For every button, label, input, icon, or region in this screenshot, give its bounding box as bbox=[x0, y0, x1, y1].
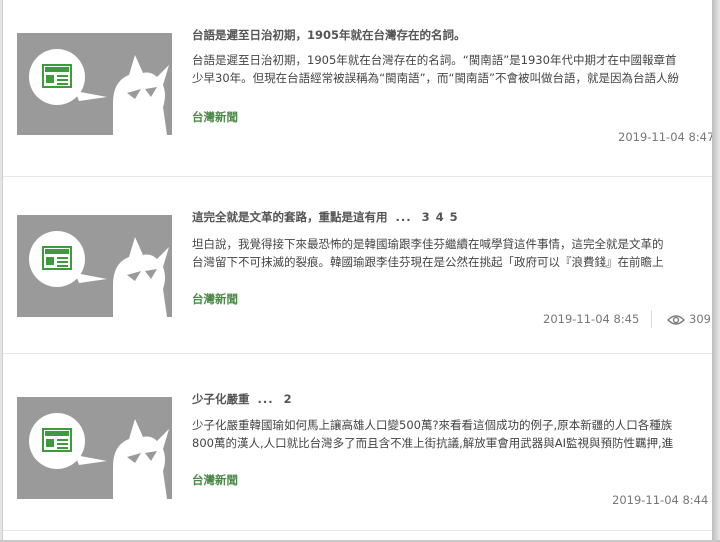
article-title[interactable]: 台語是遲至日治初期，1905年就在台灣存在的名詞。 bbox=[192, 27, 466, 43]
article-title-text[interactable]: 少子化嚴重 bbox=[192, 392, 250, 406]
news-mascot-icon[interactable] bbox=[17, 33, 172, 135]
source-link[interactable]: 台灣新聞 bbox=[192, 291, 238, 307]
excerpt-line: 坦白說，我覺得接下來最恐怖的是韓國瑜跟李佳芬繼續在喊學貸這件事情，這完全就是文革… bbox=[192, 237, 664, 251]
page-link[interactable]: 2 bbox=[284, 392, 292, 406]
window-shadow bbox=[712, 0, 720, 542]
news-mascot-icon[interactable] bbox=[17, 215, 172, 317]
source-link[interactable]: 台灣新聞 bbox=[192, 109, 238, 125]
excerpt-line: 少早30年。但現在台語經常被誤稱為“閩南語”，而“閩南語”不會被叫做台語，就是因… bbox=[192, 71, 679, 85]
page-link[interactable]: 4 bbox=[436, 210, 444, 224]
view-count-text: 3091 bbox=[689, 312, 713, 326]
article-title[interactable]: 這完全就是文革的套路，重點是這有用... 345 bbox=[192, 209, 458, 225]
article-excerpt: 台語是遲至日治初期，1905年就在台灣存在的名詞。“閩南語”是1930年代中期才… bbox=[192, 51, 713, 87]
article-title-text[interactable]: 這完全就是文革的套路，重點是這有用 bbox=[192, 210, 388, 224]
excerpt-line: 台語是遲至日治初期，1905年就在台灣存在的名詞。“閩南語”是1930年代中期才… bbox=[192, 53, 677, 67]
article-excerpt: 坦白說，我覺得接下來最恐怖的是韓國瑜跟李佳芬繼續在喊學貸這件事情，這完全就是文革… bbox=[192, 235, 713, 271]
page-ellipsis: ... bbox=[257, 392, 274, 406]
article-item[interactable]: 少子化嚴重... 2 少子化嚴重韓國瑜如何馬上讓高雄人口變500萬?來看看這個成… bbox=[3, 354, 713, 531]
article-title[interactable]: 少子化嚴重... 2 bbox=[192, 391, 292, 407]
page-link[interactable]: 3 bbox=[422, 210, 430, 224]
article-item[interactable]: 台語是遲至日治初期，1905年就在台灣存在的名詞。 台語是遲至日治初期，1905… bbox=[3, 0, 713, 177]
post-date: 2019-11-04 8:45 bbox=[543, 312, 640, 326]
article-title-text[interactable]: 台語是遲至日治初期，1905年就在台灣存在的名詞。 bbox=[192, 28, 466, 42]
eye-icon bbox=[667, 315, 685, 325]
page-link[interactable]: 5 bbox=[450, 210, 458, 224]
news-mascot-icon[interactable] bbox=[17, 397, 172, 499]
article-item[interactable]: 這完全就是文革的套路，重點是這有用... 345 坦白說，我覺得接下來最恐怖的是… bbox=[3, 177, 713, 354]
post-date: 2019-11-04 8:47 bbox=[618, 130, 713, 144]
article-list: 台語是遲至日治初期，1905年就在台灣存在的名詞。 台語是遲至日治初期，1905… bbox=[2, 0, 713, 540]
post-date: 2019-11-04 8:44 bbox=[612, 493, 709, 507]
view-count: 3091 bbox=[667, 312, 713, 326]
excerpt-line: 800萬的漢人,人口就比台灣多了而且含不准上街抗議,解放軍會用武器與AI監視與預… bbox=[192, 436, 674, 450]
source-link[interactable]: 台灣新聞 bbox=[192, 472, 238, 488]
excerpt-line: 少子化嚴重韓國瑜如何馬上讓高雄人口變500萬?來看看這個成功的例子,原本新疆的人… bbox=[192, 418, 673, 432]
excerpt-line: 台灣留下不可抹滅的裂痕。韓國瑜跟李佳芬現在是公然在挑起「政府可以『浪費錢』在前瞻… bbox=[192, 255, 664, 269]
article-excerpt: 少子化嚴重韓國瑜如何馬上讓高雄人口變500萬?來看看這個成功的例子,原本新疆的人… bbox=[192, 416, 713, 452]
page-ellipsis: ... bbox=[395, 210, 412, 224]
divider bbox=[651, 310, 652, 328]
